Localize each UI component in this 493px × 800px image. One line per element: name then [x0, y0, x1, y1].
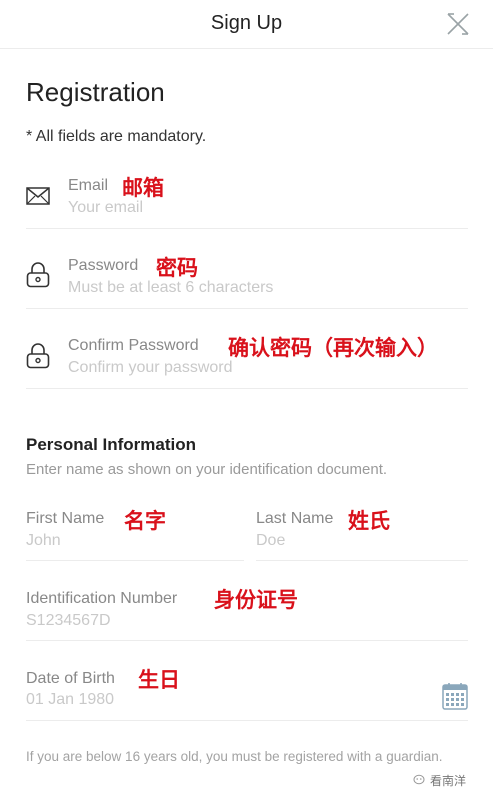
- password-placeholder[interactable]: Must be at least 6 characters: [68, 279, 273, 297]
- dob-placeholder[interactable]: 01 Jan 1980: [26, 691, 114, 709]
- dob-label: Date of Birth: [26, 670, 115, 687]
- password-label: Password: [68, 257, 139, 274]
- lock-icon: [26, 262, 50, 288]
- lock-icon: [26, 343, 50, 369]
- email-annotation: 邮箱: [122, 176, 164, 200]
- last-name-placeholder[interactable]: Doe: [256, 532, 285, 550]
- first-name-annotation: 名字: [124, 509, 166, 533]
- dob-annotation: 生日: [138, 668, 180, 692]
- email-label: Email: [68, 177, 109, 194]
- password-annotation: 密码: [156, 256, 198, 280]
- personal-info-subtitle: Enter name as shown on your identificati…: [26, 461, 388, 478]
- confirm-password-placeholder[interactable]: Confirm your password: [68, 359, 233, 377]
- registration-title: Registration: [26, 77, 165, 107]
- last-name-annotation: 姓氏: [348, 509, 390, 533]
- id-number-field[interactable]: Identification Number 身份证号 S1234567D: [26, 580, 468, 641]
- last-name-label: Last Name: [256, 510, 334, 527]
- watermark: 看南洋: [430, 774, 467, 788]
- date-of-birth-field[interactable]: Date of Birth 生日 01 Jan 1980: [26, 660, 468, 721]
- confirm-password-field[interactable]: Confirm Password 确认密码（再次输入） Confirm your…: [26, 328, 468, 389]
- wechat-icon: [413, 774, 425, 785]
- password-field[interactable]: Password 密码 Must be at least 6 character…: [26, 248, 468, 309]
- mandatory-note: * All fields are mandatory.: [26, 128, 207, 145]
- email-placeholder[interactable]: Your email: [68, 199, 143, 217]
- id-number-label: Identification Number: [26, 590, 178, 607]
- calendar-icon[interactable]: [442, 682, 468, 710]
- first-name-underline: [26, 560, 244, 561]
- close-icon: [447, 13, 469, 35]
- page-title: Sign Up: [210, 12, 283, 34]
- personal-info-title: Personal Information: [26, 435, 197, 454]
- navigation-bar: Sign Up: [0, 0, 493, 49]
- last-name-underline: [256, 560, 468, 561]
- mail-icon: [26, 187, 50, 205]
- confirm-password-annotation: 确认密码（再次输入）: [228, 336, 438, 360]
- close-button[interactable]: [444, 10, 472, 38]
- id-number-annotation: 身份证号: [214, 588, 298, 612]
- first-name-label: First Name: [26, 510, 105, 527]
- guardian-note: If you are below 16 years old, you must …: [26, 749, 443, 764]
- confirm-password-label: Confirm Password: [68, 337, 199, 354]
- email-field[interactable]: Email 邮箱 Your email: [26, 168, 468, 229]
- id-number-placeholder[interactable]: S1234567D: [26, 612, 111, 630]
- first-name-placeholder[interactable]: John: [26, 532, 61, 550]
